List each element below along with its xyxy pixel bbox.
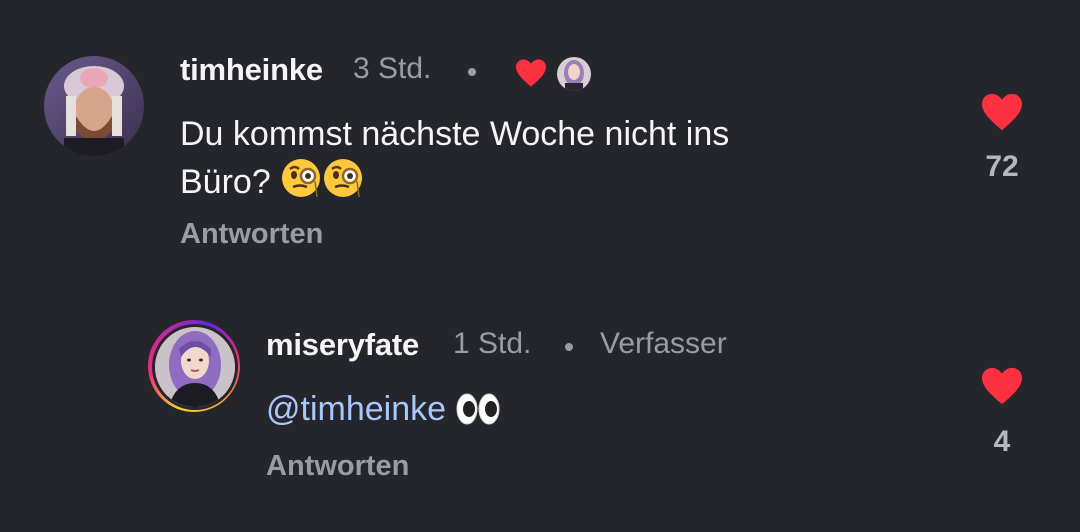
eyes-icon bbox=[455, 392, 501, 438]
like-count: 72 bbox=[985, 150, 1019, 183]
reply-button[interactable]: Antworten bbox=[180, 218, 323, 251]
mention-link[interactable]: @timheinke bbox=[266, 390, 455, 428]
heart-icon bbox=[982, 367, 1022, 405]
like-button[interactable] bbox=[980, 366, 1024, 406]
comment-text-line: Büro? bbox=[180, 157, 880, 211]
avatar[interactable] bbox=[152, 324, 238, 410]
separator-dot bbox=[468, 68, 476, 76]
author-badge: Verfasser bbox=[600, 327, 727, 360]
like-button[interactable] bbox=[980, 92, 1024, 132]
avatar[interactable] bbox=[44, 56, 144, 156]
comment-username[interactable]: timheinke bbox=[180, 52, 323, 88]
comment-text-fragment: Büro? bbox=[180, 163, 271, 201]
separator-dot bbox=[565, 343, 573, 351]
comment-text: Du kommst nächste Woche nicht ins Büro? bbox=[180, 112, 880, 211]
comment-text-line: Du kommst nächste Woche nicht ins bbox=[180, 115, 730, 153]
heart-icon bbox=[982, 93, 1022, 131]
reply-button[interactable]: Antworten bbox=[266, 450, 409, 483]
comment-text: @timheinke bbox=[266, 387, 866, 438]
like-count: 4 bbox=[993, 425, 1011, 458]
monocle-face-icon bbox=[322, 157, 364, 211]
comment-timestamp: 1 Std. bbox=[453, 327, 532, 360]
comment-username[interactable]: miseryfate bbox=[266, 327, 419, 363]
mention-text[interactable]: @timheinke bbox=[266, 390, 446, 428]
monocle-face-icon bbox=[280, 157, 322, 211]
author-avatar-small bbox=[557, 57, 591, 91]
comment-timestamp: 3 Std. bbox=[353, 52, 432, 85]
heart-icon bbox=[514, 58, 548, 88]
